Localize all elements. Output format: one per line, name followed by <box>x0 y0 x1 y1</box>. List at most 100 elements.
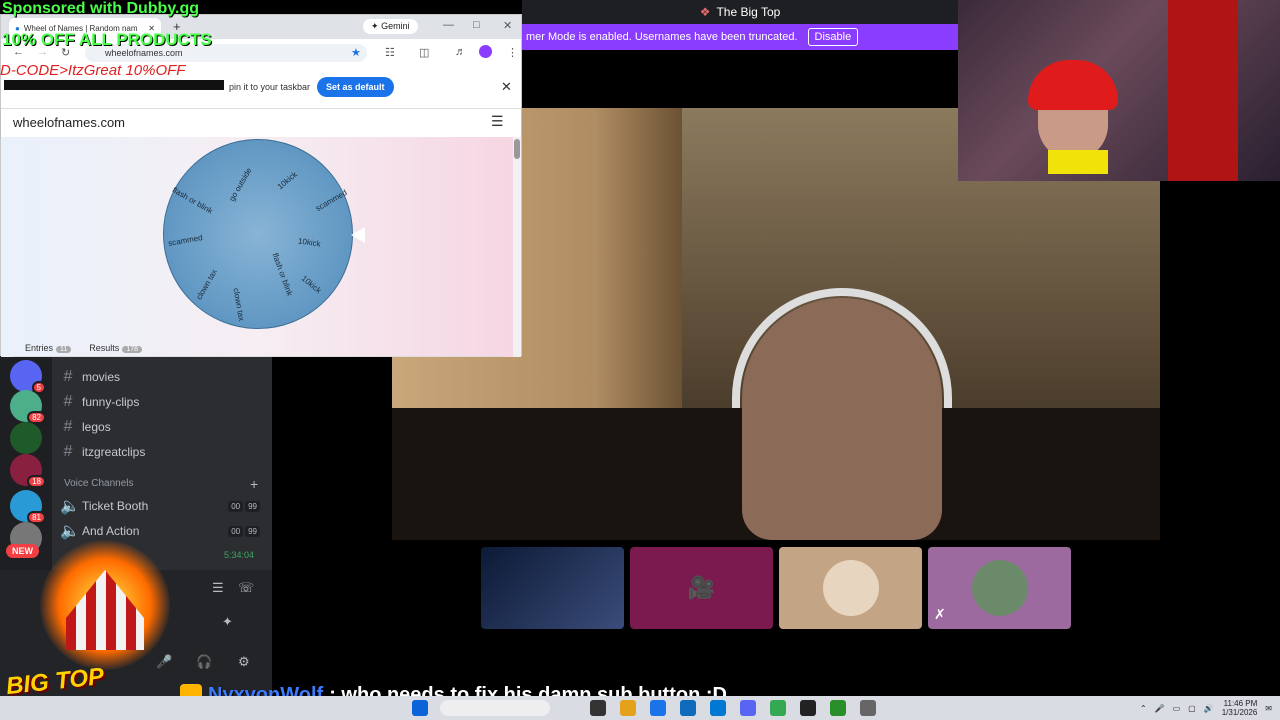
voice-channel-and-action[interactable]: 🔈 And Action 00 99 <box>60 520 260 542</box>
folder-icon[interactable] <box>620 700 636 716</box>
channel-name: And Action <box>82 524 140 538</box>
user-count: 00 <box>228 500 244 512</box>
name-wheel[interactable]: go outside 10kick scammed 10kick flash o… <box>163 139 353 329</box>
channel-legos[interactable]: # legos <box>60 416 260 438</box>
wheel-label: clown tax <box>194 267 219 302</box>
cast-icon[interactable]: ◫ <box>419 46 429 59</box>
streamer-mode-banner: mer Mode is enabled. Usernames have been… <box>522 24 958 50</box>
wheel-pointer <box>351 227 365 243</box>
taskbar-app-icon[interactable] <box>680 700 696 716</box>
tab-label: Results <box>89 343 120 353</box>
windows-taskbar: ⌃ 🎤 ▭ ▢ 🔊 11:46 PM 1/31/2026 ✉ <box>0 696 1280 720</box>
menu-kebab-icon[interactable]: ⋮ <box>507 46 518 59</box>
page-scrollbar[interactable] <box>513 137 521 357</box>
tray-display-icon[interactable]: ▭ <box>1173 704 1181 713</box>
disconnect-icon[interactable]: ☏ <box>238 580 254 596</box>
tray-mic-icon[interactable]: 🎤 <box>1155 704 1165 713</box>
clock-date: 1/31/2026 <box>1221 708 1258 717</box>
user-limit-max: 99 <box>245 500 260 512</box>
wheel-area: go outside 10kick scammed 10kick flash o… <box>1 137 513 357</box>
participant-tile[interactable] <box>481 547 624 629</box>
clock[interactable]: 11:46 PM 1/31/2026 <box>1222 699 1258 717</box>
taskbar-app-icon[interactable] <box>710 700 726 716</box>
tray-chevron-icon[interactable]: ⌃ <box>1140 704 1147 713</box>
channel-name: Ticket Booth <box>82 499 149 513</box>
server-icon[interactable]: 18 <box>10 454 46 488</box>
taskbar-app-icon[interactable] <box>830 700 846 716</box>
sparkle-icon: ✦ <box>371 21 379 31</box>
voice-channels-header[interactable]: Voice Channels <box>64 478 134 489</box>
wheel-label: clown tax <box>231 287 247 322</box>
participant-tile[interactable] <box>779 547 922 629</box>
notifications-icon[interactable]: ✉ <box>1265 704 1272 713</box>
gemini-button[interactable]: ✦ Gemini <box>363 19 418 34</box>
settings-gear-icon[interactable]: ⚙ <box>238 654 250 670</box>
profile-avatar[interactable] <box>479 45 492 58</box>
discount-code: D-CODE>ItzGreat 10%OFF <box>0 62 186 79</box>
extensions-icon[interactable]: ☷ <box>385 46 395 59</box>
channel-name: legos <box>82 420 111 434</box>
wheel-label: go outside <box>227 166 254 203</box>
promo-text: 10% OFF ALL PRODUCTS <box>2 30 212 49</box>
server-icon[interactable]: 5 <box>10 360 46 394</box>
server-icon[interactable]: 81 <box>10 490 46 524</box>
entries-count: 11 <box>56 346 72 353</box>
tab-label: Entries <box>25 343 54 353</box>
activity-icon[interactable]: ✦ <box>222 614 233 630</box>
user-limit: 00 99 <box>228 525 260 537</box>
hamburger-menu-icon[interactable]: ☰ <box>491 113 504 130</box>
wheel-label: scammed <box>314 187 349 214</box>
scroll-thumb[interactable] <box>514 139 520 159</box>
maximize-icon[interactable]: □ <box>473 19 480 31</box>
add-channel-icon[interactable]: + <box>250 476 258 492</box>
sponsor-text: Sponsored with Dubby.gg <box>2 0 200 17</box>
server-icon[interactable]: 82 <box>10 390 46 424</box>
chrome-taskbar-icon[interactable] <box>770 700 786 716</box>
channel-movies[interactable]: # movies <box>60 366 260 388</box>
wheel-label: 10kick <box>299 273 323 296</box>
taskbar-search[interactable] <box>440 700 550 716</box>
avatar <box>971 560 1028 616</box>
discord-title-bar: ❖ The Big Top <box>522 0 958 24</box>
participant-tile[interactable]: 🎥 <box>630 547 773 629</box>
clown-wig <box>1028 60 1118 110</box>
mention-badge: 18 <box>27 475 46 488</box>
taskbar-app-icon[interactable] <box>650 700 666 716</box>
site-name[interactable]: wheelofnames.com <box>13 115 125 130</box>
results-count: 178 <box>122 346 142 353</box>
voice-channel-ticket-booth[interactable]: 🔈 Ticket Booth 00 99 <box>60 495 260 517</box>
sponsor-ticker-strip <box>4 80 224 90</box>
taskbar-app-icon[interactable] <box>590 700 606 716</box>
disable-button[interactable]: Disable <box>807 28 859 46</box>
channel-name: itzgreatclips <box>82 445 146 459</box>
tray-network-icon[interactable]: ▢ <box>1188 704 1196 713</box>
soundboard-icon[interactable]: ☰ <box>212 580 224 596</box>
gemini-label: Gemini <box>381 21 410 31</box>
wheel-label: flash or blink <box>270 251 295 298</box>
bookmark-star-icon[interactable]: ★ <box>351 46 361 59</box>
participant-tile[interactable]: ✗ <box>928 547 1071 629</box>
site-header: wheelofnames.com ☰ <box>1 109 521 137</box>
wheel-label: 10kick <box>297 236 322 249</box>
close-window-icon[interactable]: ✕ <box>503 19 512 32</box>
voice-timer: 5:34:04 <box>224 550 255 560</box>
tab-results[interactable]: Results 178 <box>89 343 142 356</box>
media-icon[interactable]: ♬ <box>455 46 466 58</box>
channel-name: movies <box>82 370 121 384</box>
taskbar-app-icon[interactable] <box>860 700 876 716</box>
tab-entries[interactable]: Entries 11 <box>25 343 72 356</box>
channel-itzgreatclips[interactable]: # itzgreatclips <box>60 441 260 463</box>
set-default-button[interactable]: Set as default <box>317 77 394 97</box>
infobar-text: pin it to your taskbar <box>229 82 311 92</box>
hash-icon: # <box>63 368 73 385</box>
close-infobar-icon[interactable]: ✕ <box>501 79 512 95</box>
channel-funny-clips[interactable]: # funny-clips <box>60 391 260 413</box>
taskbar-app-icon[interactable] <box>800 700 816 716</box>
tray-volume-icon[interactable]: 🔊 <box>1204 704 1214 713</box>
user-count: 00 <box>228 525 244 537</box>
discord-taskbar-icon[interactable] <box>740 700 756 716</box>
server-icon[interactable] <box>10 422 42 454</box>
minimize-icon[interactable]: — <box>443 19 454 31</box>
headphones-graphic <box>732 288 952 408</box>
start-icon[interactable] <box>412 700 428 716</box>
